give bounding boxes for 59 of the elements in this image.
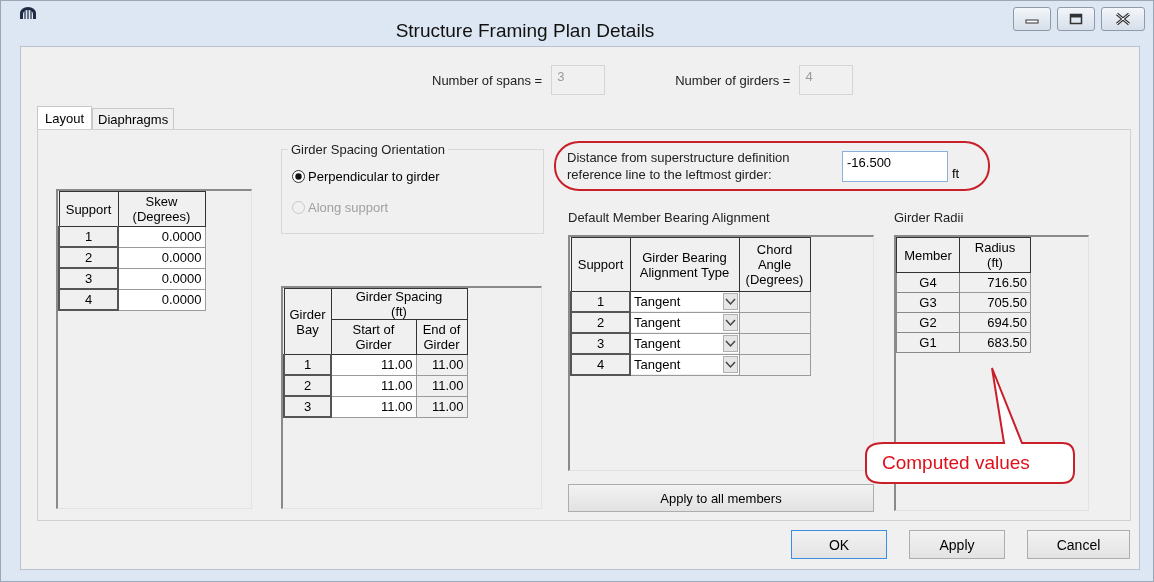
callout-text: Computed values <box>882 452 1030 474</box>
spans-label: Number of spans = <box>432 72 543 88</box>
row-header: 4 <box>59 289 118 310</box>
chevron-icon <box>722 356 738 373</box>
chevron-icon <box>722 335 738 352</box>
dialog-button[interactable]: OK <box>791 530 887 559</box>
row-header: G2 <box>896 312 960 333</box>
minimize-button[interactable] <box>1013 6 1051 31</box>
apply-all-button[interactable]: Apply to all members <box>568 484 874 512</box>
radio-icon <box>292 200 305 214</box>
row-header: 3 <box>571 333 630 354</box>
section-label: Girder Radii <box>894 210 965 227</box>
column-header: Girder Bay <box>284 288 331 355</box>
group-title: Girder Spacing Orientation <box>288 142 448 157</box>
distance-field[interactable]: -16.500 <box>842 150 948 182</box>
row-header: G1 <box>896 332 960 353</box>
row-header: 1 <box>284 354 331 375</box>
app-icon <box>19 5 37 20</box>
column-header: Start of Girder <box>331 319 416 355</box>
row-header: 4 <box>571 354 630 375</box>
row-header: 2 <box>59 247 118 268</box>
girders-label: Number of girders = <box>675 72 791 88</box>
radio-icon <box>292 169 305 183</box>
row-header: 3 <box>284 396 331 417</box>
alignment-dropdown[interactable]: Tangent <box>631 292 739 312</box>
column-header: Girder Spacing (ft) <box>331 288 467 320</box>
dialog-button[interactable]: Cancel <box>1027 530 1130 559</box>
column-header: Member <box>896 237 960 273</box>
alignment-dropdown[interactable]: Tangent <box>631 334 739 353</box>
tab[interactable]: Diaphragms <box>92 108 175 129</box>
row-header: G3 <box>896 292 960 313</box>
chevron-icon <box>722 293 738 311</box>
chevron-icon <box>722 314 738 331</box>
alignment-dropdown[interactable]: Tangent <box>631 355 739 374</box>
column-header: Radius (ft) <box>959 237 1031 273</box>
close-button[interactable] <box>1101 6 1145 31</box>
row-header: G4 <box>896 272 960 293</box>
dialog-button[interactable]: Apply <box>909 530 1005 559</box>
radio-option[interactable]: Perpendicular to girder <box>292 166 543 186</box>
column-header: Girder Bearing Alignment Type <box>630 237 739 292</box>
row-header: 1 <box>59 226 118 247</box>
column-header: Chord Angle (Degrees) <box>739 237 810 292</box>
alignment-dropdown[interactable]: Tangent <box>631 313 739 332</box>
window-title: Structure Framing Plan Details <box>394 19 656 42</box>
row-header: 1 <box>571 291 630 312</box>
column-header: Support <box>59 191 118 227</box>
maximize-button[interactable] <box>1057 6 1095 31</box>
unit-label: ft <box>952 165 960 181</box>
section-label: Default Member Bearing Alignment <box>568 210 771 227</box>
column-header: End of Girder <box>416 319 467 355</box>
column-header: Support <box>571 237 630 292</box>
column-header: Skew (Degrees) <box>118 191 205 227</box>
row-header: 2 <box>284 375 331 396</box>
row-header: 2 <box>571 312 630 333</box>
tab[interactable]: Layout <box>37 106 93 130</box>
close-icon <box>1114 11 1132 26</box>
distance-label: Distance from superstructure definition reference line to the leftmost girder: <box>567 149 791 183</box>
maximize-icon <box>1069 12 1083 25</box>
row-header: 3 <box>59 268 118 289</box>
